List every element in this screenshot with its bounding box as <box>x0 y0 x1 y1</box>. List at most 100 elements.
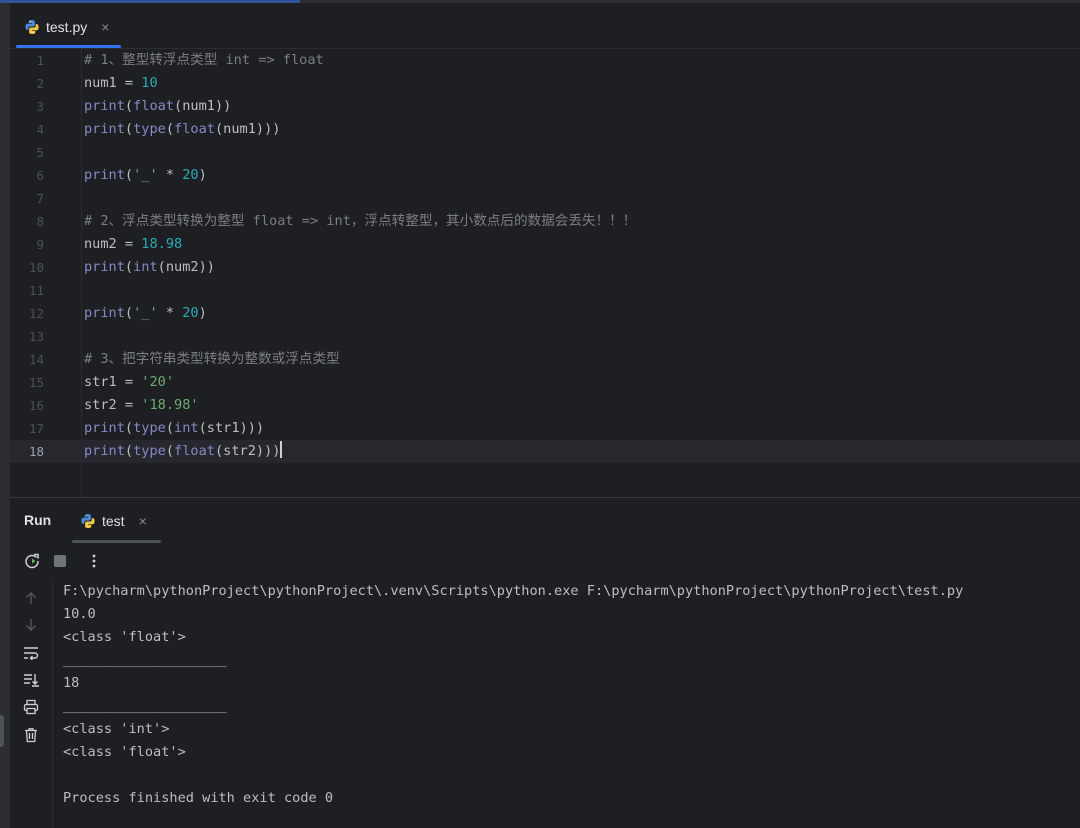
code-content: print(type(int(str1))) <box>84 417 264 440</box>
code-token-plain: ( <box>124 443 134 459</box>
arrow-down-icon[interactable] <box>21 615 41 635</box>
console-line: 10.0 <box>63 606 96 622</box>
code-token-plain: * <box>157 167 183 183</box>
code-line[interactable]: 3 print(float(num1)) <box>10 95 1080 118</box>
code-line[interactable]: 5 <box>10 141 1080 164</box>
code-token-builtin: type <box>133 121 166 137</box>
arrow-up-icon[interactable] <box>21 588 41 608</box>
code-line[interactable]: 12 print('_' * 20) <box>10 302 1080 325</box>
code-line[interactable]: 2 num1 = 10 <box>10 72 1080 95</box>
code-content: print(type(float(str2))) <box>84 440 283 463</box>
active-tab-indicator <box>16 45 122 48</box>
code-token-builtin: float <box>174 121 215 137</box>
run-toolbar <box>10 544 1080 579</box>
code-token-builtin: print <box>84 167 125 183</box>
python-file-icon <box>25 19 39 34</box>
code-token-string: '_' <box>133 305 158 321</box>
code-content: num2 = 18.98 <box>84 233 182 256</box>
code-token-comment: # 3、把字符串类型转换为整数或浮点类型 <box>84 351 340 367</box>
text-caret <box>280 441 283 458</box>
console-line: ____________________ <box>63 698 227 714</box>
code-line[interactable]: 15 str1 = '20' <box>10 371 1080 394</box>
code-line[interactable]: 14 # 3、把字符串类型转换为整数或浮点类型 <box>10 348 1080 371</box>
code-token-plain: * <box>157 305 183 321</box>
code-content: str2 = '18.98' <box>84 394 199 417</box>
console-line: <class 'int'> <box>63 721 170 737</box>
code-token-plain: str1 = <box>84 374 142 390</box>
code-token-string: '_' <box>133 167 158 183</box>
line-number: 6 <box>36 168 44 183</box>
code-content: print('_' * 20) <box>84 302 207 325</box>
editor-tab-test-py[interactable]: test.py × <box>16 6 122 48</box>
editor-tab-close-icon[interactable]: × <box>101 19 109 35</box>
code-content: print(float(num1)) <box>84 95 231 118</box>
code-token-number: 20 <box>182 167 199 183</box>
code-line[interactable]: 13 <box>10 325 1080 348</box>
code-line[interactable]: 6 print('_' * 20) <box>10 164 1080 187</box>
code-content: # 2、浮点类型转换为整型 float => int，浮点转整型，其小数点后的数… <box>84 210 636 233</box>
code-token-plain: num1 = <box>84 75 142 91</box>
soft-wrap-icon[interactable] <box>21 643 41 663</box>
code-line[interactable]: 10 print(int(num2)) <box>10 256 1080 279</box>
console-output[interactable]: F:\pycharm\pythonProject\pythonProject\.… <box>53 578 1080 828</box>
code-token-plain: num2 = <box>84 236 142 252</box>
run-panel-title[interactable]: Run <box>24 512 51 528</box>
code-line[interactable]: 11 <box>10 279 1080 302</box>
run-panel-header: Run test × <box>10 497 1080 544</box>
line-number: 13 <box>28 329 44 344</box>
line-number: 10 <box>28 260 44 275</box>
code-line[interactable]: 9 num2 = 18.98 <box>10 233 1080 256</box>
code-token-plain: (num2)) <box>157 259 215 275</box>
left-tool-strip <box>0 3 10 828</box>
code-token-plain: ( <box>124 420 134 436</box>
code-line[interactable]: 4 print(type(float(num1))) <box>10 118 1080 141</box>
run-tab-test[interactable]: test × <box>72 498 161 543</box>
code-token-builtin: type <box>133 420 166 436</box>
editor-tab-bar: test.py × <box>10 6 1080 49</box>
trash-icon[interactable] <box>21 725 41 745</box>
line-number: 16 <box>28 398 44 413</box>
code-token-plain: ( <box>124 167 134 183</box>
code-token-string: '20' <box>141 374 175 390</box>
scroll-to-end-icon[interactable] <box>21 670 41 690</box>
line-number: 17 <box>28 421 44 436</box>
run-tab-indicator <box>72 540 161 543</box>
code-line[interactable]: 8 # 2、浮点类型转换为整型 float => int，浮点转整型，其小数点后的… <box>10 210 1080 233</box>
code-line[interactable]: 17 print(type(int(str1))) <box>10 417 1080 440</box>
code-token-builtin: print <box>84 305 125 321</box>
editor-tab-label: test.py <box>46 18 88 35</box>
code-content: str1 = '20' <box>84 371 174 394</box>
line-number: 4 <box>36 122 44 137</box>
code-token-comment: # 1、整型转浮点类型 int => float <box>84 52 324 68</box>
code-token-builtin: int <box>133 259 158 275</box>
code-token-plain: ( <box>124 305 134 321</box>
line-number: 15 <box>28 375 44 390</box>
code-token-plain: str2 = <box>84 397 142 413</box>
code-token-plain: (num1))) <box>214 121 281 137</box>
run-tab-close-icon[interactable]: × <box>139 513 147 529</box>
line-number: 18 <box>28 444 44 459</box>
stop-icon[interactable] <box>50 551 70 571</box>
code-line[interactable]: 7 <box>10 187 1080 210</box>
line-number: 11 <box>28 283 44 298</box>
code-token-builtin: print <box>84 259 125 275</box>
code-line[interactable]: 16 str2 = '18.98' <box>10 394 1080 417</box>
rerun-icon[interactable] <box>22 551 42 571</box>
code-line[interactable]: 1 # 1、整型转浮点类型 int => float <box>10 49 1080 72</box>
line-number: 12 <box>28 306 44 321</box>
code-token-comment: # 2、浮点类型转换为整型 float => int，浮点转整型，其小数点后的数… <box>84 213 637 229</box>
code-content: print(int(num2)) <box>84 256 215 279</box>
more-vertical-icon[interactable] <box>84 551 104 571</box>
code-token-builtin: float <box>174 443 215 459</box>
code-token-builtin: print <box>84 443 125 459</box>
code-line[interactable]: 18 print(type(float(str2))) <box>10 440 1080 463</box>
left-strip-handle[interactable] <box>0 715 4 747</box>
console-side-rail <box>10 578 53 828</box>
code-content: # 1、整型转浮点类型 int => float <box>84 49 324 72</box>
code-editor[interactable]: 1 # 1、整型转浮点类型 int => float 2 num1 = 10 3 prin… <box>10 49 1080 497</box>
code-token-builtin: type <box>133 443 166 459</box>
code-token-plain: ( <box>165 121 175 137</box>
window-accent-bar <box>0 0 300 3</box>
print-icon[interactable] <box>21 697 41 717</box>
code-token-builtin: print <box>84 121 125 137</box>
